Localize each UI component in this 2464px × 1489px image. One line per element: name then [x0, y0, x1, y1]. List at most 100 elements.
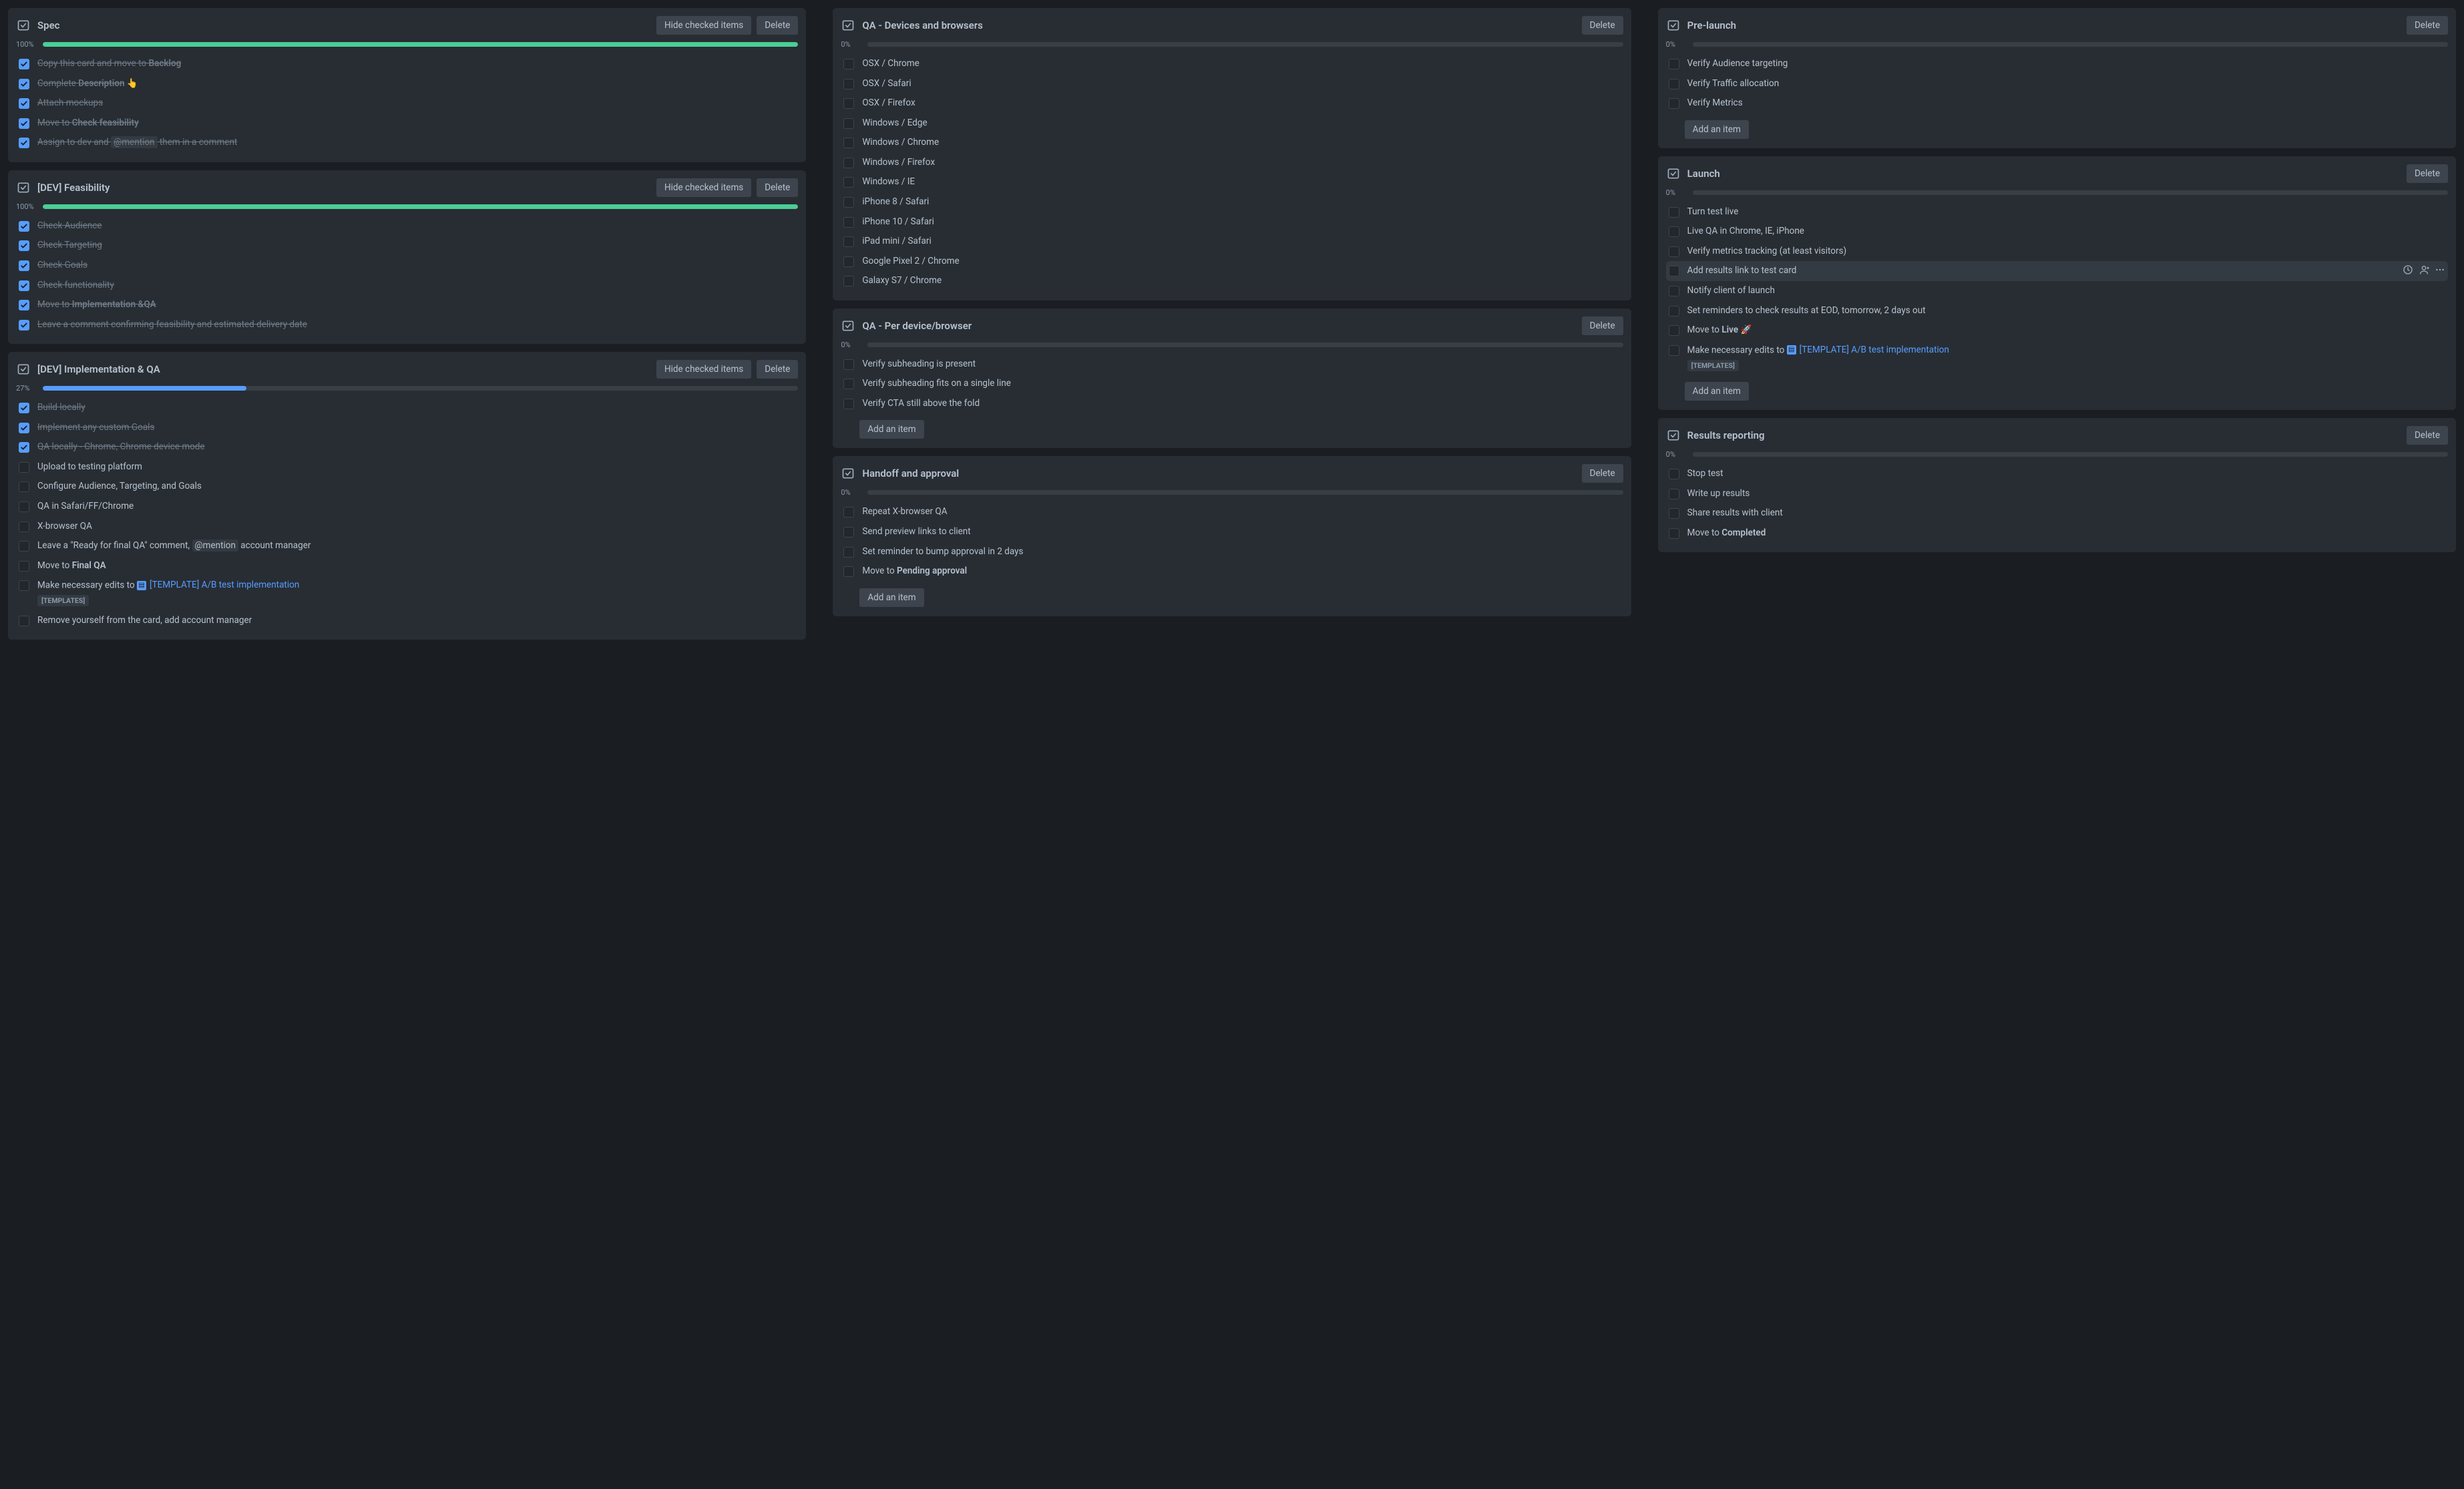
checklist-item[interactable]: Assign to dev and @mention them in a com…: [16, 133, 798, 153]
checklist-item[interactable]: Galaxy S7 / Chrome: [841, 271, 1623, 291]
checklist-item[interactable]: Repeat X-browser QA: [841, 502, 1623, 522]
checklist-item[interactable]: Notify client of launch: [1666, 281, 2448, 301]
checklist-item[interactable]: Verify Audience targeting: [1666, 54, 2448, 74]
checklist-title[interactable]: Pre-launch: [1687, 19, 2400, 31]
item-checkbox[interactable]: [19, 462, 29, 473]
item-checkbox[interactable]: [1669, 508, 1679, 519]
item-checkbox[interactable]: [19, 59, 29, 69]
checklist-item[interactable]: iPhone 8 / Safari: [841, 192, 1623, 212]
item-checkbox[interactable]: [843, 566, 854, 577]
checklist-title[interactable]: Results reporting: [1687, 429, 2400, 441]
item-checkbox[interactable]: [843, 527, 854, 538]
item-checkbox[interactable]: [19, 580, 29, 591]
delete-checklist-button[interactable]: Delete: [2407, 16, 2448, 35]
checklist-item[interactable]: Verify subheading is present: [841, 355, 1623, 375]
item-checkbox[interactable]: [843, 158, 854, 168]
card-link-chip[interactable]: ▤[TEMPLATE] A/B test implementation: [137, 579, 299, 592]
item-checkbox[interactable]: [1669, 207, 1679, 218]
item-checkbox[interactable]: [19, 481, 29, 492]
item-checkbox[interactable]: [843, 547, 854, 558]
item-checkbox[interactable]: [19, 260, 29, 271]
item-checkbox[interactable]: [19, 423, 29, 433]
checklist-item[interactable]: Check Targeting: [16, 236, 798, 256]
item-checkbox[interactable]: [19, 221, 29, 232]
checklist-item[interactable]: Copy this card and move to Backlog: [16, 54, 798, 74]
checklist-item[interactable]: Verify Traffic allocation: [1666, 74, 2448, 94]
item-checkbox[interactable]: [19, 138, 29, 148]
item-checkbox[interactable]: [1669, 345, 1679, 356]
item-checkbox[interactable]: [843, 236, 854, 247]
item-checkbox[interactable]: [1669, 489, 1679, 499]
item-checkbox[interactable]: [1669, 306, 1679, 316]
item-checkbox[interactable]: [843, 118, 854, 129]
item-checkbox[interactable]: [843, 399, 854, 409]
checklist-title[interactable]: Spec: [37, 19, 650, 31]
item-checkbox[interactable]: [843, 276, 854, 286]
checklist-item[interactable]: Move to Check feasibility: [16, 114, 798, 134]
item-checkbox[interactable]: [19, 320, 29, 331]
delete-checklist-button[interactable]: Delete: [757, 16, 798, 35]
item-checkbox[interactable]: [19, 79, 29, 89]
item-checkbox[interactable]: [843, 359, 854, 370]
checklist-item[interactable]: Write up results: [1666, 484, 2448, 504]
delete-checklist-button[interactable]: Delete: [2407, 426, 2448, 445]
item-checkbox[interactable]: [19, 240, 29, 251]
checklist-item[interactable]: Add results link to test card: [1666, 261, 2448, 281]
checklist-item[interactable]: Implement any custom Goals: [16, 418, 798, 438]
checklist-item[interactable]: Verify metrics tracking (at least visito…: [1666, 242, 2448, 262]
text-segment[interactable]: [TEMPLATE] A/B test implementation: [150, 579, 299, 592]
checklist-item[interactable]: Move to Completed: [1666, 523, 2448, 544]
item-checkbox[interactable]: [843, 217, 854, 228]
hide-checked-button[interactable]: Hide checked items: [656, 178, 751, 197]
checklist-item[interactable]: Google Pixel 2 / Chrome: [841, 252, 1623, 272]
item-checkbox[interactable]: [843, 98, 854, 109]
checklist-item[interactable]: Send preview links to client: [841, 522, 1623, 542]
checklist-item[interactable]: OSX / Chrome: [841, 54, 1623, 74]
delete-checklist-button[interactable]: Delete: [1582, 464, 1623, 483]
due-date-icon[interactable]: [2403, 264, 2413, 275]
checklist-item[interactable]: Verify CTA still above the fold: [841, 394, 1623, 414]
item-checkbox[interactable]: [19, 501, 29, 512]
item-checkbox[interactable]: [843, 59, 854, 69]
item-checkbox[interactable]: [19, 561, 29, 572]
delete-checklist-button[interactable]: Delete: [2407, 164, 2448, 183]
item-checkbox[interactable]: [1669, 266, 1679, 276]
checklist-item[interactable]: Leave a "Ready for final QA" comment, @m…: [16, 536, 798, 556]
checklist-item[interactable]: Turn test live: [1666, 202, 2448, 222]
checklist-item[interactable]: Check Goals: [16, 256, 798, 276]
checklist-item[interactable]: Windows / IE: [841, 172, 1623, 192]
delete-checklist-button[interactable]: Delete: [757, 178, 798, 197]
text-segment[interactable]: @mention: [192, 540, 238, 552]
item-checkbox[interactable]: [19, 98, 29, 109]
checklist-item[interactable]: Make necessary edits to ▤[TEMPLATE] A/B …: [1666, 341, 2448, 375]
checklist-item[interactable]: Verify subheading fits on a single line: [841, 374, 1623, 394]
checklist-item[interactable]: iPhone 10 / Safari: [841, 212, 1623, 232]
delete-checklist-button[interactable]: Delete: [757, 360, 798, 379]
item-checkbox[interactable]: [19, 616, 29, 626]
item-checkbox[interactable]: [19, 403, 29, 413]
checklist-item[interactable]: Move to Implementation &QA: [16, 295, 798, 315]
checklist-item[interactable]: Live QA in Chrome, IE, iPhone: [1666, 222, 2448, 242]
checklist-item[interactable]: Move to Live 🚀: [1666, 321, 2448, 341]
checklist-item[interactable]: Remove yourself from the card, add accou…: [16, 611, 798, 631]
item-checkbox[interactable]: [843, 256, 854, 267]
checklist-item[interactable]: Complete Description 👆: [16, 74, 798, 94]
checklist-item[interactable]: Verify Metrics: [1666, 93, 2448, 114]
checklist-item[interactable]: QA locally - Chrome, Chrome device mode: [16, 437, 798, 457]
delete-checklist-button[interactable]: Delete: [1582, 16, 1623, 35]
checklist-item[interactable]: Set reminders to check results at EOD, t…: [1666, 301, 2448, 321]
item-checkbox[interactable]: [843, 379, 854, 389]
item-checkbox[interactable]: [19, 521, 29, 532]
checklist-title[interactable]: Launch: [1687, 168, 2400, 180]
checklist-item[interactable]: Share results with client: [1666, 503, 2448, 523]
checklist-item[interactable]: Windows / Edge: [841, 114, 1623, 134]
item-checkbox[interactable]: [19, 442, 29, 453]
item-checkbox[interactable]: [19, 280, 29, 291]
item-menu-icon[interactable]: [2435, 264, 2445, 275]
checklist-item[interactable]: OSX / Firefox: [841, 93, 1623, 114]
add-item-button[interactable]: Add an item: [1685, 120, 1749, 139]
checklist-item[interactable]: Check functionality: [16, 276, 798, 296]
add-item-button[interactable]: Add an item: [859, 420, 923, 439]
assign-member-icon[interactable]: [2419, 264, 2429, 275]
checklist-item[interactable]: Windows / Chrome: [841, 133, 1623, 153]
